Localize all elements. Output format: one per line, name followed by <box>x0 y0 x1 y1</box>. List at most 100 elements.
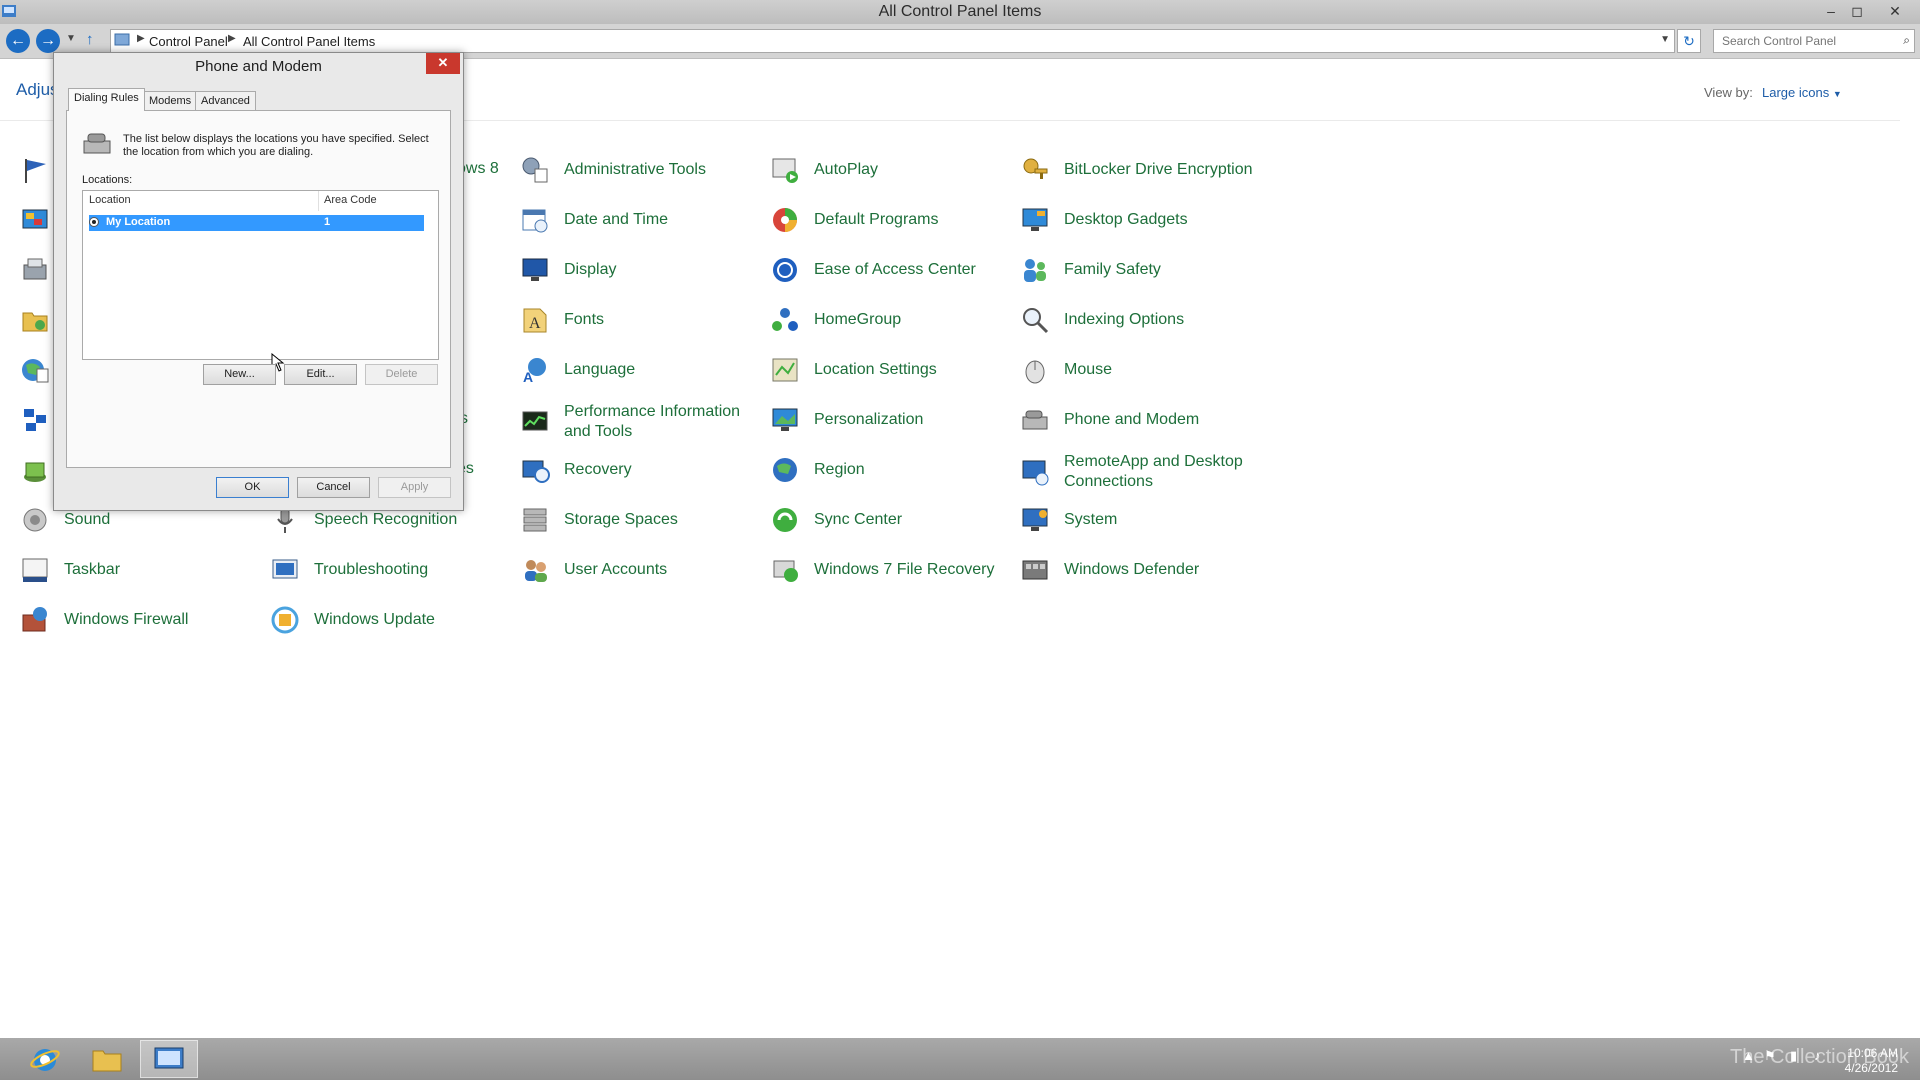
cp-item-label: Date and Time <box>564 211 669 228</box>
programs-icon <box>18 453 52 487</box>
storage-icon <box>518 503 552 537</box>
taskbar-file-explorer[interactable] <box>78 1040 136 1078</box>
arrow-up-icon: ↑ <box>86 31 94 48</box>
calendar-clock-icon <box>518 203 552 237</box>
cp-item-label: Phone and Modem <box>1064 411 1200 428</box>
edit-location-button[interactable]: Edit... <box>284 364 357 385</box>
ok-button[interactable]: OK <box>216 477 289 498</box>
column-header-location[interactable]: Location <box>89 194 131 206</box>
tab-advanced[interactable]: Advanced <box>195 91 256 111</box>
cp-item-indexing-options[interactable]: Indexing Options <box>1018 298 1184 342</box>
cp-item-language[interactable]: A Language <box>518 348 635 392</box>
area-code-cell: 1 <box>324 216 331 228</box>
cp-item-windows-update[interactable]: Windows Update <box>268 598 435 642</box>
cp-item-mouse[interactable]: Mouse <box>1018 348 1112 392</box>
cp-item-remoteapp[interactable]: RemoteApp and Desktop Connections <box>1018 448 1243 496</box>
cp-item-label: Recovery <box>564 461 632 478</box>
cancel-button[interactable]: Cancel <box>297 477 370 498</box>
up-button[interactable]: ↑ <box>86 31 94 48</box>
refresh-icon: ↻ <box>1683 33 1695 49</box>
cp-item-windows-defender[interactable]: Windows Defender <box>1018 548 1199 592</box>
cp-item-display[interactable]: Display <box>518 248 616 292</box>
cp-item-default-programs[interactable]: Default Programs <box>768 198 939 242</box>
cp-item-phone-and-modem[interactable]: Phone and Modem <box>1018 398 1199 442</box>
cp-item-storage-spaces[interactable]: Storage Spaces <box>518 498 678 542</box>
network-icon <box>18 403 52 437</box>
firewall-icon <box>18 603 52 637</box>
internet-explorer-icon <box>30 1049 60 1071</box>
cp-item-family-safety[interactable]: Family Safety <box>1018 248 1161 292</box>
column-divider[interactable] <box>318 191 319 211</box>
cp-item-date-and-time[interactable]: Date and Time <box>518 198 668 242</box>
breadcrumb-control-panel[interactable]: Control Panel <box>149 34 228 49</box>
cp-item-user-accounts[interactable]: User Accounts <box>518 548 667 592</box>
cp-item-administrative-tools[interactable]: Administrative Tools <box>518 148 706 192</box>
close-window-button[interactable]: ✕ <box>1884 1 1906 21</box>
cp-item-label-line2: Connections <box>1064 473 1153 490</box>
volume-icon[interactable]: ♪ <box>1814 1048 1821 1063</box>
family-icon <box>1018 253 1052 287</box>
chevron-right-icon[interactable]: ▶ <box>137 33 145 44</box>
network-icon[interactable]: ▮ <box>1790 1048 1797 1064</box>
dialog-title: Phone and Modem <box>195 58 322 75</box>
address-box[interactable]: ▶ Control Panel ▶ All Control Panel Item… <box>110 29 1675 53</box>
delete-location-button[interactable]: Delete <box>365 364 438 385</box>
arrow-left-icon: ← <box>10 32 26 49</box>
minimize-button[interactable]: – <box>1820 1 1842 21</box>
gadgets-icon <box>1018 203 1052 237</box>
show-hidden-icons[interactable]: ▲ <box>1742 1048 1755 1063</box>
cp-item-location-settings[interactable]: Location Settings <box>768 348 937 392</box>
recent-locations-dropdown[interactable]: ▼ <box>66 33 76 44</box>
cp-item-taskbar[interactable]: Taskbar <box>18 548 120 592</box>
locations-list[interactable]: Location Area Code My Location 1 <box>82 190 439 360</box>
chevron-down-icon: ▼ <box>1832 89 1842 99</box>
radio-selected-icon[interactable] <box>89 217 99 227</box>
column-header-area-code[interactable]: Area Code <box>324 194 377 206</box>
cp-item-bitlocker[interactable]: BitLocker Drive Encryption <box>1018 148 1253 192</box>
mouse-icon <box>1018 353 1052 387</box>
apply-button[interactable]: Apply <box>378 477 451 498</box>
cp-item-autoplay[interactable]: AutoPlay <box>768 148 878 192</box>
chevron-right-icon[interactable]: ▶ <box>228 33 236 44</box>
search-icon[interactable]: ⌕ <box>1903 33 1910 48</box>
default-programs-icon <box>768 203 802 237</box>
cp-item-label: Windows Firewall <box>64 611 189 628</box>
cp-item-troubleshooting[interactable]: Troubleshooting <box>268 548 428 592</box>
forward-button[interactable]: → <box>36 29 60 53</box>
cp-item-system[interactable]: System <box>1018 498 1117 542</box>
cp-item-desktop-gadgets[interactable]: Desktop Gadgets <box>1018 198 1188 242</box>
maximize-button[interactable]: ◻ <box>1846 1 1868 21</box>
search-box[interactable]: ⌕ <box>1713 29 1915 53</box>
cp-item-label: BitLocker Drive Encryption <box>1064 161 1253 178</box>
personalization-icon <box>768 403 802 437</box>
cp-item-windows-firewall[interactable]: Windows Firewall <box>18 598 188 642</box>
taskbar-internet-explorer[interactable] <box>16 1040 74 1078</box>
cp-item-personalization[interactable]: Personalization <box>768 398 923 442</box>
taskbar-control-panel[interactable] <box>140 1040 198 1078</box>
cp-item-windows7-file-recovery[interactable]: Windows 7 File Recovery <box>768 548 995 592</box>
cp-item-sync-center[interactable]: Sync Center <box>768 498 902 542</box>
cp-item-recovery[interactable]: Recovery <box>518 448 632 492</box>
breadcrumb-all-items[interactable]: All Control Panel Items <box>243 34 375 49</box>
cp-item-homegroup[interactable]: HomeGroup <box>768 298 901 342</box>
cp-item-ease-of-access[interactable]: Ease of Access Center <box>768 248 976 292</box>
flag-icon[interactable]: ⚑ <box>1764 1048 1776 1064</box>
search-input[interactable] <box>1720 30 1894 52</box>
cp-item-region[interactable]: Region <box>768 448 865 492</box>
tab-modems[interactable]: Modems <box>143 91 198 111</box>
window-title-bar: All Control Panel Items – ◻ ✕ <box>0 0 1920 24</box>
region-globe-icon <box>768 453 802 487</box>
tab-dialing-rules[interactable]: Dialing Rules <box>68 88 145 111</box>
clock-time: 10:06 AM <box>1847 1046 1898 1060</box>
new-location-button[interactable]: New... <box>203 364 276 385</box>
refresh-button[interactable]: ↻ <box>1677 29 1701 53</box>
cp-item-label: Family Safety <box>1064 261 1161 278</box>
back-button[interactable]: ← <box>6 29 30 53</box>
chevron-down-icon[interactable]: ▼ <box>1660 34 1670 45</box>
view-by-dropdown[interactable]: Large icons ▼ <box>1762 85 1842 100</box>
system-clock[interactable]: 10:06 AM 4/26/2012 <box>1842 1046 1898 1076</box>
printer-device-icon <box>18 253 52 287</box>
dialog-close-button[interactable]: ✕ <box>426 53 460 74</box>
cp-item-fonts[interactable]: A Fonts <box>518 298 604 342</box>
cp-item-performance[interactable]: Performance Information and Tools <box>518 398 740 446</box>
